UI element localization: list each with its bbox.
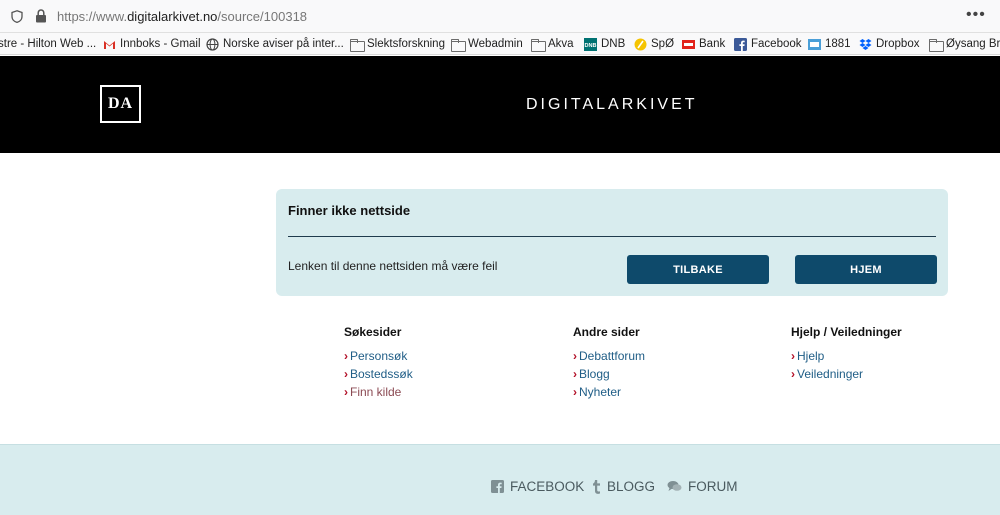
bookmark-label: Bank xyxy=(699,38,726,50)
folder-icon xyxy=(451,38,466,52)
globe-icon xyxy=(206,37,219,51)
chevron-right-icon: › xyxy=(791,367,795,381)
spo-icon xyxy=(634,38,647,50)
link-blogg[interactable]: › Blogg xyxy=(573,365,645,383)
bookmark-dropbox[interactable]: Dropbox xyxy=(859,36,919,52)
url-scheme: https://www. xyxy=(57,9,128,24)
brand-title[interactable]: DIGITALARKIVET xyxy=(526,96,698,114)
bookmark-label: Dropbox xyxy=(876,38,920,50)
footer-link-label: FORUM xyxy=(688,479,738,494)
bookmark-label: Webadmin xyxy=(468,38,523,50)
link-veiledninger[interactable]: › Veiledninger xyxy=(791,365,902,383)
column-heading: Hjelp / Veiledninger xyxy=(791,325,902,339)
link-label: Finn kilde xyxy=(350,385,402,399)
bookmark-hilton[interactable]: stre - Hilton Web ... xyxy=(0,36,96,52)
bookmark-gmail[interactable]: Innboks - Gmail xyxy=(103,36,201,52)
folder-icon xyxy=(929,38,944,52)
1881-icon xyxy=(808,38,821,50)
bookmark-label: stre - Hilton Web ... xyxy=(0,38,97,50)
column-other-pages: Andre sider › Debattforum › Blogg › Nyheter xyxy=(573,325,645,401)
column-heading: Andre sider xyxy=(573,325,640,339)
bookmark-1881[interactable]: 1881 xyxy=(808,36,851,52)
site-header: DA DIGITALARKIVET xyxy=(0,56,1000,153)
url-text[interactable]: https://www.digitalarkivet.no/source/100… xyxy=(57,9,307,24)
bookmark-akva[interactable]: Akva xyxy=(531,36,574,52)
column-search-pages: Søkesider › Personsøk › Bostedssøk › Finn k… xyxy=(344,325,413,401)
footer-blogg-link[interactable]: BLOGG xyxy=(592,479,655,494)
bookmark-norske-aviser[interactable]: Norske aviser på inter... xyxy=(206,36,344,52)
url-bar[interactable]: https://www.digitalarkivet.no/source/100… xyxy=(0,0,1000,33)
link-nyheter[interactable]: › Nyheter xyxy=(573,383,645,401)
footer-facebook-link[interactable]: FACEBOOK xyxy=(491,479,584,494)
gmail-icon xyxy=(104,40,115,49)
bookmark-label: Akva xyxy=(548,38,574,50)
bookmark-slektsforskning[interactable]: Slektsforskning xyxy=(350,36,445,52)
logo[interactable]: DA xyxy=(100,85,141,123)
column-help: Hjelp / Veiledninger › Hjelp › Veiledninge… xyxy=(791,325,902,383)
bookmark-label: Innboks - Gmail xyxy=(120,38,201,50)
divider xyxy=(288,236,936,237)
dropbox-icon xyxy=(859,38,872,50)
link-label: Personsøk xyxy=(350,349,408,363)
back-button[interactable]: TILBAKE xyxy=(627,255,769,284)
site-footer: FACEBOOK BLOGG FORUM xyxy=(0,444,1000,515)
bookmark-spo[interactable]: SpØ xyxy=(634,36,674,52)
folder-icon xyxy=(350,38,365,52)
bookmark-label: SpØ xyxy=(651,38,675,50)
chevron-right-icon: › xyxy=(344,367,348,381)
panel-message: Lenken til denne nettsiden må være feil xyxy=(288,259,498,273)
bookmarks-bar: stre - Hilton Web ... Innboks - Gmail No… xyxy=(0,33,1000,55)
dnb-icon: DNB xyxy=(584,37,597,51)
url-host: digitalarkivet.no xyxy=(127,9,218,24)
link-label: Nyheter xyxy=(579,385,622,399)
link-label: Veiledninger xyxy=(797,367,864,381)
column-heading: Søkesider xyxy=(344,325,402,339)
tumblr-icon xyxy=(593,479,600,494)
lock-icon[interactable] xyxy=(35,9,47,23)
bookmark-facebook[interactable]: Facebook xyxy=(734,36,802,52)
footer-link-label: FACEBOOK xyxy=(510,479,585,494)
link-hjelp[interactable]: › Hjelp xyxy=(791,347,902,365)
not-found-panel: Finner ikke nettside Lenken til denne ne… xyxy=(276,189,948,296)
footer-link-label: BLOGG xyxy=(607,479,656,494)
bookmark-dnb[interactable]: DNB DNB xyxy=(584,36,625,52)
link-debattforum[interactable]: › Debattforum xyxy=(573,347,645,365)
svg-text:DNB: DNB xyxy=(585,43,597,49)
bookmark-webadmin[interactable]: Webadmin xyxy=(451,36,523,52)
bookmark-bank[interactable]: Bank xyxy=(682,36,725,52)
link-personsok[interactable]: › Personsøk xyxy=(344,347,413,365)
chevron-right-icon: › xyxy=(791,349,795,363)
chevron-right-icon: › xyxy=(573,385,577,399)
bookmark-label: DNB xyxy=(601,38,626,50)
bank-icon xyxy=(682,39,695,49)
bookmark-label: 1881 xyxy=(825,38,851,50)
bookmark-label: Slektsforskning xyxy=(367,38,445,50)
shield-icon[interactable] xyxy=(11,10,23,23)
link-label: Debattforum xyxy=(579,349,646,363)
home-button[interactable]: HJEM xyxy=(795,255,937,284)
link-bostedssok[interactable]: › Bostedssøk xyxy=(344,365,413,383)
folder-icon xyxy=(531,38,546,52)
link-finn-kilde[interactable]: › Finn kilde xyxy=(344,383,413,401)
url-path: /source/100318 xyxy=(217,9,308,24)
facebook-icon xyxy=(734,37,747,51)
bookmark-label: Facebook xyxy=(751,38,802,50)
facebook-icon xyxy=(491,480,504,493)
chat-bubbles-icon xyxy=(667,481,682,491)
link-label: Hjelp xyxy=(797,349,825,363)
chevron-right-icon: › xyxy=(573,367,577,381)
bookmark-label: Øysang Bry xyxy=(946,38,1000,50)
chevron-right-icon: › xyxy=(344,349,348,363)
bookmark-oysang[interactable]: Øysang Bry xyxy=(929,36,1000,52)
page-actions-menu-button[interactable]: ••• xyxy=(966,6,986,24)
chevron-right-icon: › xyxy=(573,349,577,363)
panel-title: Finner ikke nettside xyxy=(288,203,411,218)
link-label: Bostedssøk xyxy=(350,367,413,381)
footer-forum-link[interactable]: FORUM xyxy=(667,479,738,494)
bookmark-label: Norske aviser på inter... xyxy=(223,38,344,50)
link-label: Blogg xyxy=(579,367,610,381)
chevron-right-icon: › xyxy=(344,385,348,399)
